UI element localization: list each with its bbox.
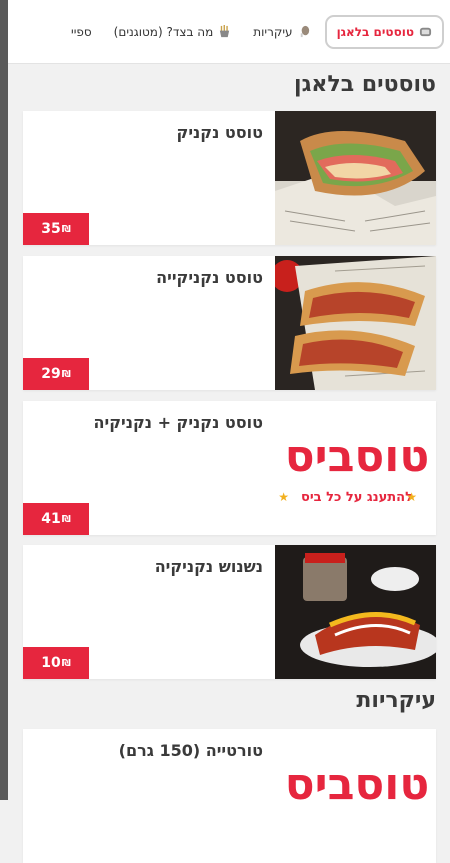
- menu-item-info: נשנוש נקניקיה 10 ₪: [23, 545, 275, 679]
- tab-mains[interactable]: עיקריות: [245, 15, 318, 49]
- price-badge: 41 ₪: [23, 503, 89, 535]
- menu-item-card[interactable]: נשנוש נקניקיה 10 ₪: [23, 545, 436, 679]
- price-value: 29: [41, 366, 61, 382]
- tab-label: מה בצד? (מטוגנים): [113, 24, 214, 39]
- tab-label: עיקריות: [253, 24, 293, 39]
- tosbis-logo: טוסביס: [275, 729, 436, 863]
- tab-sides[interactable]: מה בצד? (מטוגנים): [106, 15, 240, 49]
- menu-item-info: טורטייה (150 גרם): [23, 729, 275, 863]
- menu-item-card[interactable]: טוסביס טורטייה (150 גרם): [23, 729, 436, 863]
- menu-item-card[interactable]: טוסט נקניק 35 ₪: [23, 111, 436, 245]
- menu-item-info: טוסט נקניקייה 29 ₪: [23, 256, 275, 390]
- sausage-snack-photo: [275, 545, 436, 679]
- price-value: 35: [41, 221, 61, 237]
- currency-symbol: ₪: [61, 223, 71, 235]
- currency-symbol: ₪: [61, 513, 71, 525]
- tab-label: טוסטים בלאגן: [336, 24, 414, 39]
- tab-label: ספיי: [71, 24, 92, 39]
- currency-symbol: ₪: [61, 368, 71, 380]
- menu-item-name: טוסט נקניק + נקניקיה: [93, 413, 263, 432]
- price-badge: 35 ₪: [23, 213, 89, 245]
- menu-item-name: טורטייה (150 גרם): [118, 741, 263, 760]
- price-badge: 10 ₪: [23, 647, 89, 679]
- menu-item-name: נשנוש נקניקיה: [154, 557, 263, 576]
- section-title: עיקריות: [356, 688, 436, 713]
- drumstick-icon: [298, 25, 311, 38]
- brand-wordmark: טוסביס: [285, 431, 430, 482]
- menu-item-card[interactable]: טוסביס להתענג על כל ביס ★ ★ טוסט נקניק +…: [23, 401, 436, 535]
- price-value: 41: [41, 511, 61, 527]
- menu-item-info: טוסט נקניק 35 ₪: [23, 111, 275, 245]
- tosbis-logo: טוסביס להתענג על כל ביס ★ ★: [275, 401, 436, 535]
- menu-item-name: טוסט נקניק: [176, 123, 263, 142]
- fries-icon: [218, 25, 231, 38]
- toast-sausage-photo: [275, 256, 436, 390]
- toast-wrap-photo: [275, 111, 436, 245]
- toast-icon: [419, 25, 432, 38]
- tab-special[interactable]: ספיי: [63, 15, 100, 49]
- section-title: טוסטים בלאגן: [294, 72, 436, 97]
- category-tabbar: טוסטים בלאגן עיקריות מה בצד? (מטוגנים) ס…: [8, 0, 450, 64]
- star-icon: ★: [278, 490, 289, 504]
- currency-symbol: ₪: [61, 657, 71, 669]
- menu-item-info: טוסט נקניק + נקניקיה 41 ₪: [23, 401, 275, 535]
- price-value: 10: [41, 655, 61, 671]
- tab-toasts[interactable]: טוסטים בלאגן: [324, 14, 444, 49]
- star-icon: ★: [406, 490, 417, 504]
- menu-item-card[interactable]: טוסט נקניקייה 29 ₪: [23, 256, 436, 390]
- brand-tagline: להתענג על כל ביס: [301, 490, 413, 505]
- window-edge: [0, 0, 8, 800]
- menu-item-name: טוסט נקניקייה: [156, 268, 263, 287]
- price-badge: 29 ₪: [23, 358, 89, 390]
- brand-wordmark: טוסביס: [285, 759, 430, 810]
